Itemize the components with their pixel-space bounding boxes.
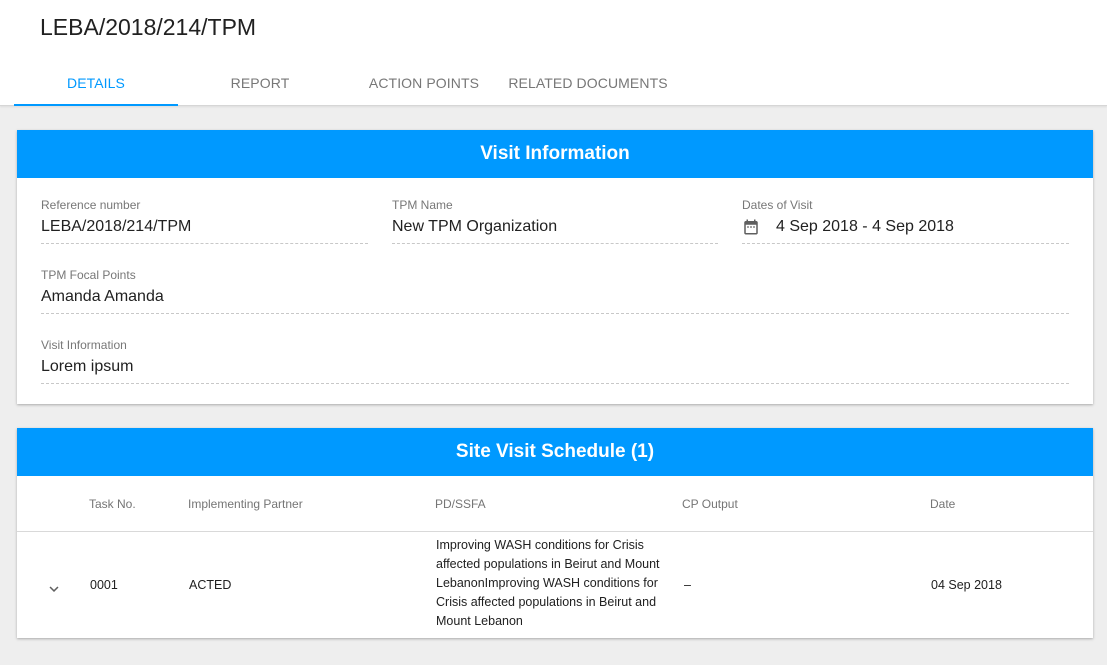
dates-of-visit-value-row[interactable]: 4 Sep 2018 - 4 Sep 2018 <box>742 218 1069 244</box>
reference-number-value: LEBA/2018/214/TPM <box>41 218 368 244</box>
column-implementing-partner: Implementing Partner <box>188 497 303 511</box>
calendar-icon[interactable] <box>742 218 760 236</box>
tpm-name-field: TPM Name New TPM Organization <box>392 198 718 244</box>
visit-information-card: Visit Information Reference number LEBA/… <box>17 130 1093 404</box>
tpm-name-value: New TPM Organization <box>392 218 718 244</box>
reference-number-label: Reference number <box>41 198 141 212</box>
page-header: LEBA/2018/214/TPM DETAILS REPORT ACTION … <box>0 0 1107 106</box>
chevron-down-icon[interactable] <box>45 580 63 598</box>
site-visit-schedule-card: Site Visit Schedule (1) Task No. Impleme… <box>17 428 1093 638</box>
date-cell: 04 Sep 2018 <box>931 578 1002 592</box>
pd-ssfa-cell: Improving WASH conditions for Crisis aff… <box>436 538 660 628</box>
reference-number-field: Reference number LEBA/2018/214/TPM <box>41 198 368 244</box>
tab-details[interactable]: DETAILS <box>14 60 178 106</box>
tab-report[interactable]: REPORT <box>178 60 342 106</box>
implementing-partner-cell: ACTED <box>189 578 232 592</box>
tpm-name-label: TPM Name <box>392 198 453 212</box>
column-cp-output: CP Output <box>682 497 738 511</box>
visit-information-header: Visit Information <box>17 130 1093 178</box>
tab-related-documents[interactable]: RELATED DOCUMENTS <box>506 60 670 106</box>
column-pd-ssfa: PD/SSFA <box>435 497 486 511</box>
tab-action-points[interactable]: ACTION POINTS <box>342 60 506 106</box>
table-header: Task No. Implementing Partner PD/SSFA CP… <box>17 476 1093 532</box>
visit-information-label: Visit Information <box>41 338 127 352</box>
task-no-cell: 0001 <box>90 578 118 592</box>
tpm-focal-points-field: TPM Focal Points Amanda Amanda <box>41 268 1069 314</box>
column-date: Date <box>930 497 956 511</box>
cp-output-cell: – <box>684 578 691 592</box>
table-row: 0001 ACTED Improving WASH conditions for… <box>17 532 1093 638</box>
column-task-no: Task No. <box>89 497 136 511</box>
tabs-bar: DETAILS REPORT ACTION POINTS RELATED DOC… <box>14 60 670 106</box>
tpm-focal-points-label: TPM Focal Points <box>41 268 136 282</box>
visit-information-value: Lorem ipsum <box>41 358 1069 384</box>
site-visit-schedule-header: Site Visit Schedule (1) <box>17 428 1093 476</box>
dates-of-visit-label: Dates of Visit <box>742 198 813 212</box>
tpm-focal-points-value: Amanda Amanda <box>41 288 1069 314</box>
visit-information-field: Visit Information Lorem ipsum <box>41 338 1069 384</box>
dates-of-visit-value: 4 Sep 2018 - 4 Sep 2018 <box>776 218 954 235</box>
dates-of-visit-field: Dates of Visit 4 Sep 2018 - 4 Sep 2018 <box>742 198 1069 244</box>
page-title: LEBA/2018/214/TPM <box>40 14 257 40</box>
